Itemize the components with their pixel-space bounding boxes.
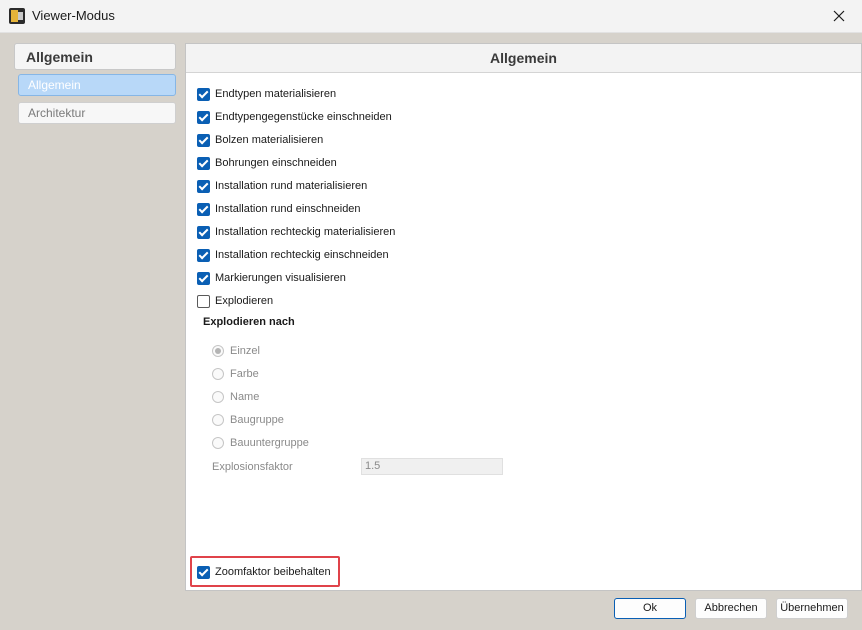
radio-baugruppe[interactable]: Baugruppe: [212, 412, 284, 428]
radio-icon[interactable]: [212, 414, 224, 426]
title-bar: Viewer-Modus: [0, 0, 862, 33]
radio-icon[interactable]: [212, 345, 224, 357]
close-button[interactable]: [816, 0, 862, 32]
radio-label: Name: [230, 391, 260, 403]
settings-panel: Allgemein Endtypen materialisieren Endty…: [185, 43, 862, 591]
checkbox-label: Bolzen materialisieren: [215, 134, 324, 146]
radio-label: Einzel: [230, 345, 260, 357]
checkbox-bolzen-materialisieren[interactable]: Bolzen materialisieren: [197, 132, 323, 148]
checkbox-label: Installation rechteckig einschneiden: [215, 249, 389, 261]
checkbox-icon[interactable]: [197, 248, 210, 262]
checkbox-icon[interactable]: [197, 133, 210, 147]
radio-icon[interactable]: [212, 368, 224, 380]
explosion-factor-label: Explosionsfaktor: [212, 461, 293, 473]
apply-button[interactable]: Übernehmen: [776, 598, 848, 619]
radio-bauuntergruppe[interactable]: Bauuntergruppe: [212, 435, 309, 451]
checkbox-installation-rechteckig-einschneiden[interactable]: Installation rechteckig einschneiden: [197, 247, 389, 263]
radio-icon[interactable]: [212, 391, 224, 403]
checkbox-zoomfaktor-beibehalten[interactable]: Zoomfaktor beibehalten: [197, 564, 331, 580]
checkbox-icon[interactable]: [197, 202, 210, 216]
radio-label: Farbe: [230, 368, 259, 380]
checkbox-label: Markierungen visualisieren: [215, 272, 346, 284]
checkbox-explodieren[interactable]: Explodieren: [197, 293, 273, 309]
checkbox-icon[interactable]: [197, 271, 210, 285]
checkbox-label: Zoomfaktor beibehalten: [215, 566, 331, 578]
checkbox-icon[interactable]: [197, 179, 210, 193]
explode-group-title: Explodieren nach: [203, 316, 295, 328]
ok-button[interactable]: Ok: [614, 598, 686, 619]
checkbox-label: Installation rund einschneiden: [215, 203, 361, 215]
checkbox-installation-rund-einschneiden[interactable]: Installation rund einschneiden: [197, 201, 361, 217]
checkbox-icon[interactable]: [197, 225, 210, 239]
checkbox-icon[interactable]: [197, 110, 210, 124]
window-title: Viewer-Modus: [32, 8, 115, 23]
close-icon: [833, 10, 845, 22]
checkbox-label: Endtypengegenstücke einschneiden: [215, 111, 392, 123]
sidebar-item-allgemein[interactable]: Allgemein: [18, 74, 176, 96]
cancel-button[interactable]: Abbrechen: [695, 598, 767, 619]
checkbox-icon[interactable]: [197, 565, 210, 579]
checkbox-label: Bohrungen einschneiden: [215, 157, 337, 169]
checkbox-label: Installation rechteckig materialisieren: [215, 226, 396, 238]
checkbox-icon[interactable]: [197, 294, 210, 308]
radio-einzel[interactable]: Einzel: [212, 343, 260, 359]
checkbox-endtypengegenstuecke-einschneiden[interactable]: Endtypengegenstücke einschneiden: [197, 109, 392, 125]
checkbox-icon[interactable]: [197, 156, 210, 170]
radio-farbe[interactable]: Farbe: [212, 366, 259, 382]
checkbox-markierungen-visualisieren[interactable]: Markierungen visualisieren: [197, 270, 346, 286]
checkbox-label: Installation rund materialisieren: [215, 180, 368, 192]
radio-label: Bauuntergruppe: [230, 437, 309, 449]
sidebar-header: Allgemein: [14, 43, 176, 70]
checkbox-bohrungen-einschneiden[interactable]: Bohrungen einschneiden: [197, 155, 337, 171]
app-logo-icon: [9, 8, 25, 24]
explosion-factor-input[interactable]: 1.5: [361, 458, 503, 475]
checkbox-label: Endtypen materialisieren: [215, 88, 337, 100]
radio-name[interactable]: Name: [212, 389, 259, 405]
checkbox-installation-rechteckig-materialisieren[interactable]: Installation rechteckig materialisieren: [197, 224, 395, 240]
checkbox-installation-rund-materialisieren[interactable]: Installation rund materialisieren: [197, 178, 367, 194]
radio-icon[interactable]: [212, 437, 224, 449]
checkbox-endtypen-materialisieren[interactable]: Endtypen materialisieren: [197, 86, 336, 102]
checkbox-label: Explodieren: [215, 295, 274, 307]
radio-label: Baugruppe: [230, 414, 284, 426]
sidebar: Allgemein Allgemein Architektur: [14, 43, 178, 603]
checkbox-icon[interactable]: [197, 87, 210, 101]
panel-title: Allgemein: [186, 44, 861, 73]
sidebar-item-architektur[interactable]: Architektur: [18, 102, 176, 124]
